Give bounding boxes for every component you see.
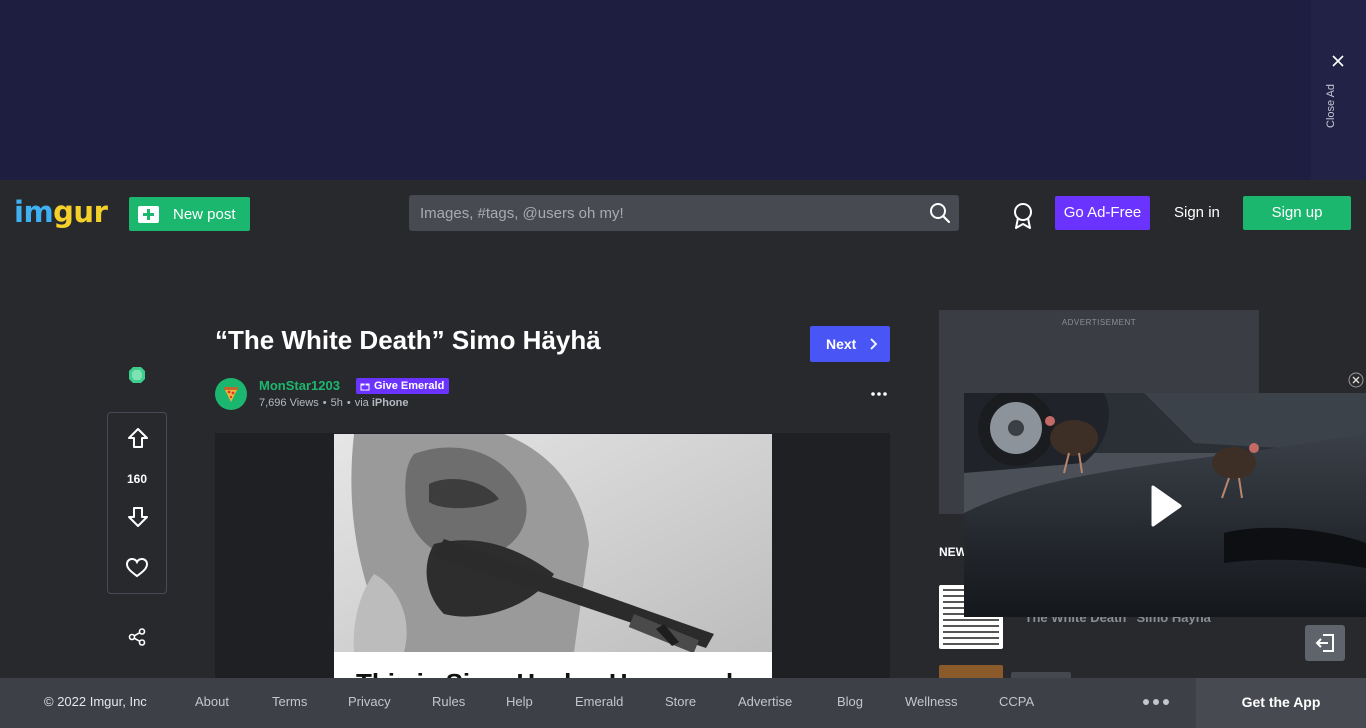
- search-icon[interactable]: [929, 202, 951, 224]
- footer-link-rules[interactable]: Rules: [432, 678, 465, 726]
- sign-up-button[interactable]: Sign up: [1243, 196, 1351, 230]
- advertisement-label: ADVERTISEMENT: [1061, 318, 1137, 327]
- copyright: © 2022 Imgur, Inc: [44, 694, 147, 709]
- footer-link-terms[interactable]: Terms: [272, 678, 307, 726]
- new-post-button[interactable]: New post: [129, 197, 250, 231]
- footer-link-store[interactable]: Store: [665, 678, 696, 726]
- exit-icon: [1315, 634, 1334, 652]
- gift-icon: [360, 383, 370, 391]
- post-image[interactable]: [334, 434, 772, 652]
- close-icon[interactable]: [1348, 372, 1364, 388]
- give-emerald-button[interactable]: Give Emerald: [356, 378, 450, 394]
- post-platform: iPhone: [371, 397, 409, 409]
- caption-text: This is Simo Hayha. He served: [356, 668, 733, 678]
- footer-link-ccpa[interactable]: CCPA: [999, 678, 1034, 726]
- search-bar: [409, 195, 959, 231]
- via-prefix: via: [354, 397, 369, 409]
- close-ad-label: Close Ad: [1325, 83, 1337, 128]
- avatar[interactable]: [215, 378, 247, 410]
- ad-banner: [0, 0, 1366, 180]
- go-ad-free-button[interactable]: Go Ad-Free: [1055, 196, 1150, 230]
- next-post-button[interactable]: Next: [810, 326, 890, 362]
- site-footer: © 2022 Imgur, Inc About Terms Privacy Ru…: [0, 678, 1366, 728]
- sniper-photo: [334, 434, 772, 652]
- chevron-right-icon: [870, 338, 878, 350]
- footer-link-wellness[interactable]: Wellness: [905, 678, 958, 726]
- get-the-app-button[interactable]: Get the App: [1196, 678, 1366, 728]
- exit-fullscreen-button[interactable]: [1305, 625, 1345, 661]
- footer-link-about[interactable]: About: [195, 678, 229, 726]
- downvote-arrow-icon[interactable]: [127, 506, 149, 528]
- post-author-username[interactable]: MonStar1203: [259, 378, 340, 393]
- give-emerald-label: Give Emerald: [374, 380, 445, 392]
- footer-link-emerald[interactable]: Emerald: [575, 678, 623, 726]
- post-caption: This is Simo Hayha. He served: [334, 652, 772, 678]
- post-title: “The White Death” Simo Häyhä: [215, 325, 601, 355]
- post-age: 5h: [330, 397, 343, 409]
- footer-link-help[interactable]: Help: [506, 678, 533, 726]
- next-label: Next: [826, 336, 857, 352]
- vote-panel: 160: [107, 412, 167, 594]
- view-count: 7,696 Views: [259, 397, 319, 409]
- vote-count: 160: [126, 472, 148, 486]
- pizza-avatar-icon: [224, 387, 238, 402]
- footer-link-blog[interactable]: Blog: [837, 678, 863, 726]
- new-post-label: New post: [173, 205, 236, 223]
- footer-link-privacy[interactable]: Privacy: [348, 678, 391, 726]
- heart-icon[interactable]: [126, 558, 148, 578]
- emerald-gem-icon[interactable]: [128, 366, 146, 384]
- more-dots-icon[interactable]: [870, 389, 888, 399]
- share-icon[interactable]: [128, 628, 146, 646]
- play-icon[interactable]: [1149, 484, 1183, 528]
- close-icon: [1332, 55, 1344, 67]
- new-section-heading: NEW: [939, 545, 967, 559]
- award-ribbon-icon[interactable]: [1011, 202, 1035, 230]
- more-dots-icon[interactable]: [1142, 698, 1170, 706]
- upvote-arrow-icon[interactable]: [127, 427, 149, 449]
- plus-square-icon: [138, 205, 159, 223]
- site-header: imgur New post Go Ad-Free Sign in Sign u…: [0, 180, 1366, 246]
- search-input[interactable]: [409, 195, 919, 231]
- close-ad-button[interactable]: Close Ad: [1311, 0, 1366, 180]
- imgur-logo[interactable]: imgur: [14, 194, 108, 230]
- post-meta: 7,696 Views • 5h • via iPhone: [259, 397, 409, 409]
- footer-link-advertise[interactable]: Advertise: [738, 678, 792, 726]
- sign-in-link[interactable]: Sign in: [1174, 196, 1220, 230]
